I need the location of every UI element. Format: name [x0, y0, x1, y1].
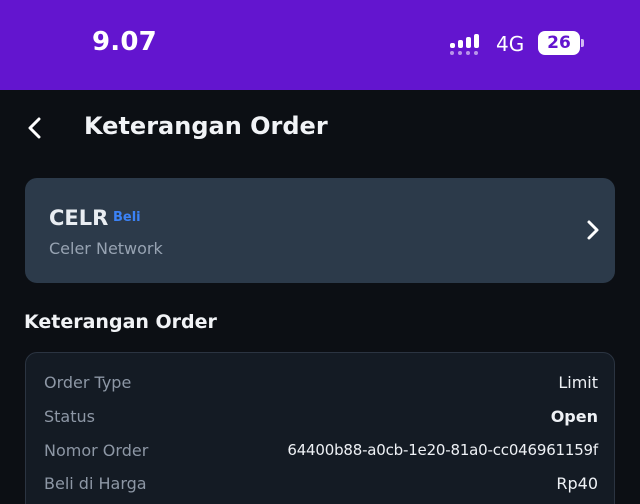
detail-row-order-number: Nomor Order 64400b88-a0cb-1e20-81a0-cc04… — [44, 441, 598, 465]
detail-value: Limit — [558, 373, 598, 392]
back-button[interactable] — [20, 112, 52, 144]
section-title: Keterangan Order — [24, 311, 217, 333]
detail-label: Status — [44, 407, 95, 426]
page-title: Keterangan Order — [84, 112, 328, 140]
battery-icon: 26 — [538, 31, 584, 55]
status-bar: 9.07 4G 26 — [0, 0, 640, 90]
detail-value: Rp40 — [556, 474, 598, 493]
status-value: Open — [550, 407, 598, 426]
order-details-card: Order Type Limit Status Open Nomor Order… — [25, 352, 615, 504]
header: Keterangan Order — [0, 90, 640, 168]
detail-label: Beli di Harga — [44, 474, 147, 493]
order-number-value[interactable]: 64400b88-a0cb-1e20-81a0-cc046961159f — [287, 441, 598, 459]
network-type: 4G — [496, 32, 525, 56]
order-side-badge: Beli — [113, 210, 141, 225]
detail-row-buy-price: Beli di Harga Rp40 — [44, 474, 598, 498]
detail-label: Order Type — [44, 373, 132, 392]
detail-row-status: Status Open — [44, 407, 598, 431]
cellular-signal-icon — [450, 33, 486, 55]
chevron-right-icon — [581, 216, 605, 244]
status-time: 9.07 — [92, 27, 157, 57]
asset-card[interactable]: CELR Beli Celer Network — [25, 178, 615, 283]
battery-level: 26 — [538, 31, 580, 55]
detail-row-order-type: Order Type Limit — [44, 373, 598, 397]
chevron-left-icon — [28, 117, 41, 139]
detail-label: Nomor Order — [44, 441, 149, 460]
asset-name: Celer Network — [49, 239, 163, 258]
asset-symbol: CELR — [49, 206, 109, 230]
